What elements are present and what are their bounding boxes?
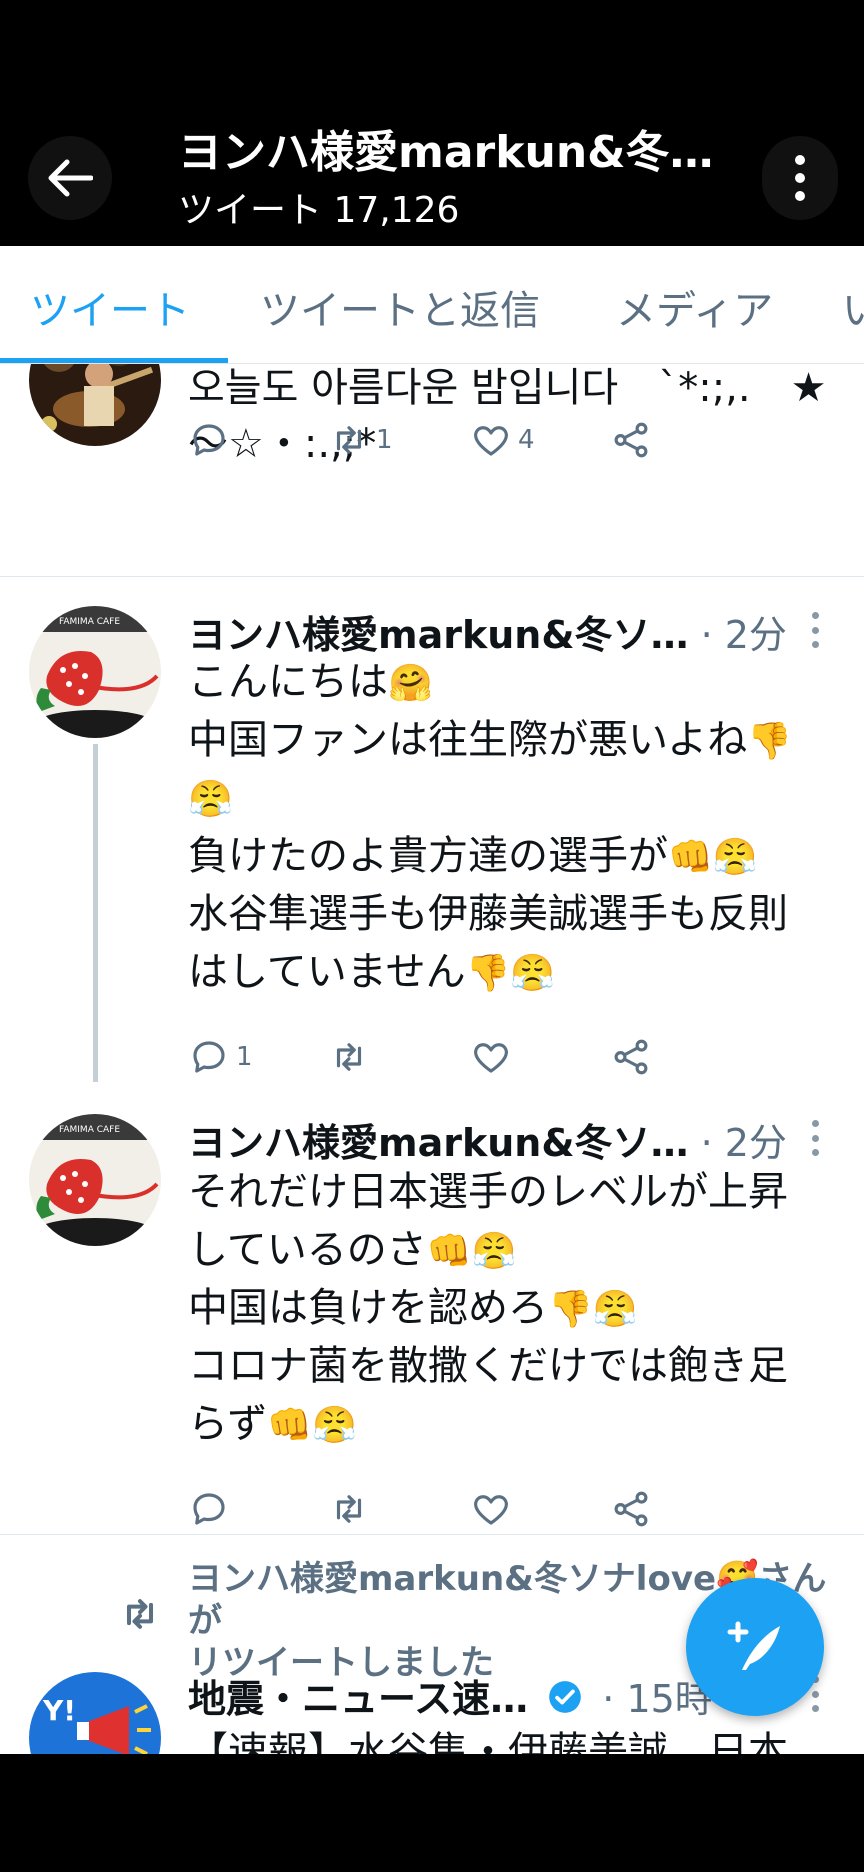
profile-tabs: ツイート ツイートと返信 メディア い	[0, 246, 864, 364]
tweet-3-header: ヨンハ様愛markun&冬ソ… · 2分	[188, 1112, 787, 1167]
navigation-bar	[0, 1754, 864, 1872]
retweet-icon	[336, 426, 362, 454]
profile-name-title: ヨンハ様愛markun&冬…	[178, 127, 714, 178]
avatar-strawberry-cup[interactable]: FAMIMA CAFE	[29, 1114, 161, 1246]
avatar-strawberry-cup[interactable]: FAMIMA CAFE	[29, 606, 161, 738]
tweet-3-time: · 2分	[700, 1121, 787, 1165]
svg-text:FAMIMA CAFE: FAMIMA CAFE	[59, 1125, 120, 1135]
svg-text:Y!: Y!	[42, 1694, 76, 1727]
tweet-2-menu-icon[interactable]	[805, 612, 825, 648]
tweet-1-controls: 1 4	[188, 415, 748, 465]
tab-media[interactable]: メディア	[616, 278, 773, 336]
tweet-4-text: 【速報】水谷隼・伊藤美誠、日本	[188, 1729, 788, 1754]
feather-plus-icon	[727, 1621, 780, 1670]
profile-header: ヨンハ様愛markun&冬… ツイート 17,126	[0, 110, 864, 246]
retweet-icon	[336, 1495, 362, 1523]
avatar-yahoo-news[interactable]: Y!	[29, 1672, 161, 1754]
reply-button[interactable]	[188, 415, 230, 465]
tweet-2-controls: 1	[188, 1032, 748, 1082]
tweet-2-author[interactable]: ヨンハ様愛markun&冬ソ…	[188, 613, 689, 657]
tab-tweets-and-replies[interactable]: ツイートと返信	[260, 278, 540, 336]
share-icon	[614, 422, 648, 458]
like-count: 4	[518, 425, 535, 455]
avatar-guitarist[interactable]	[29, 364, 161, 446]
back-button[interactable]	[28, 136, 112, 220]
status-bar	[0, 0, 864, 110]
reply-button[interactable]: 1	[188, 1032, 253, 1082]
thread-connector	[93, 744, 98, 1082]
more-options-button[interactable]	[762, 136, 838, 220]
like-button[interactable]	[470, 1032, 512, 1082]
tweet-4-author[interactable]: 地震・ニュース速…	[188, 1677, 528, 1721]
like-button[interactable]: 4	[470, 415, 535, 465]
like-button[interactable]	[470, 1484, 512, 1534]
tweet-4-header: 地震・ニュース速… · 15時	[188, 1668, 713, 1725]
svg-text:FAMIMA CAFE: FAMIMA CAFE	[59, 617, 120, 627]
reply-button[interactable]	[188, 1484, 230, 1534]
divider	[0, 1534, 864, 1535]
tweet-3-controls	[188, 1484, 748, 1534]
reply-icon	[193, 1493, 225, 1525]
share-button[interactable]	[610, 1484, 652, 1534]
heart-icon	[474, 426, 508, 456]
divider	[0, 576, 864, 577]
compose-tweet-button[interactable]	[686, 1578, 824, 1716]
tweet-2-header: ヨンハ様愛markun&冬ソ… · 2分	[188, 604, 787, 659]
share-icon	[614, 1039, 648, 1075]
tweet-2-text: こんにちは🤗 中国ファンは往生際が悪いよね👎 😤 負けたのよ貴方達の選手が👊😤 …	[188, 659, 793, 995]
reply-icon	[193, 1041, 225, 1073]
share-button[interactable]	[610, 1032, 652, 1082]
tab-likes[interactable]: い	[842, 278, 864, 336]
reply-count: 1	[236, 1042, 253, 1072]
retweet-button[interactable]: 1	[328, 415, 393, 465]
heart-icon	[474, 1495, 508, 1525]
tweet-3-author[interactable]: ヨンハ様愛markun&冬ソ…	[188, 1121, 689, 1165]
tweet-3-menu-icon[interactable]	[805, 1120, 825, 1156]
retweet-count: 1	[376, 425, 393, 455]
more-vertical-icon	[795, 155, 805, 201]
tweet-feed[interactable]: 오늘도 아름다운 밤입니다 `*:;,. ★ 〜☆・:.,;* 1 4 FAMI…	[0, 364, 864, 1754]
tab-tweets[interactable]: ツイート	[30, 278, 190, 336]
tweet-1-line-1: 오늘도 아름다운 밤입니다 `*:;,. ★	[188, 365, 827, 411]
retweet-indicator-icon	[118, 1592, 162, 1640]
tweet-3-text: それだけ日本選手のレベルが上昇 しているのさ👊😤 中国は負けを認めろ👎😤 コロナ…	[188, 1169, 788, 1447]
tweet-2-time: · 2分	[700, 613, 787, 657]
retweet-icon	[336, 1043, 362, 1071]
retweet-button[interactable]	[328, 1032, 370, 1082]
heart-icon	[474, 1043, 508, 1073]
arrow-left-icon	[48, 159, 93, 197]
reply-icon	[193, 424, 225, 456]
share-button[interactable]	[610, 415, 652, 465]
retweet-button[interactable]	[328, 1484, 370, 1534]
share-icon	[614, 1491, 648, 1527]
verified-badge-icon	[546, 1678, 584, 1725]
tweet-count: ツイート 17,126	[178, 190, 460, 231]
